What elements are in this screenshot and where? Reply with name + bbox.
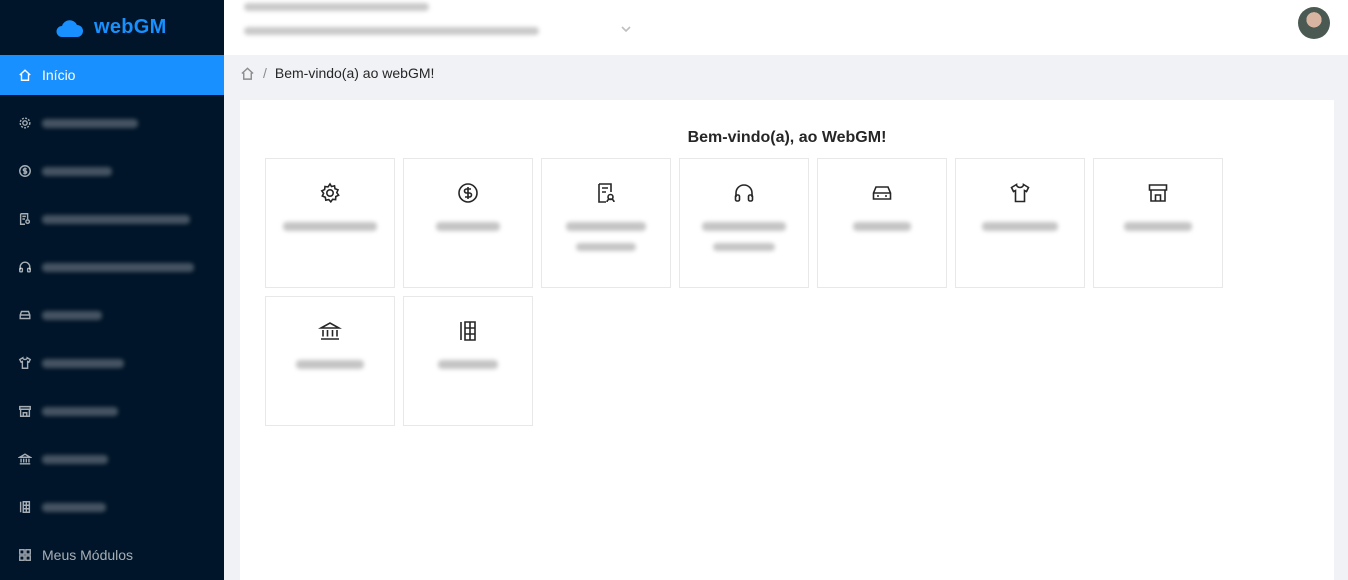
sidebar-item-inicio[interactable]: Início [0,55,224,95]
module-label [436,222,500,231]
sidebar-item-label [42,406,118,416]
page-title: Bem-vindo(a), ao WebGM! [687,129,887,146]
cloud-icon [56,19,83,37]
sidebar-item-settings[interactable] [0,103,224,143]
gear-icon [18,116,32,130]
shirt-icon [18,356,32,370]
sidebar-item-label [42,310,102,320]
grid-icon [18,548,32,562]
module-card-settings[interactable] [265,158,395,288]
dollar-icon [456,181,480,210]
module-card-finance[interactable] [403,158,533,288]
sidebar-item-my-modules[interactable]: Meus Módulos [0,535,224,575]
sidebar-menu: Início Meus Módulos [0,55,224,575]
gear-icon [318,181,342,210]
module-label-line2 [576,243,636,251]
sidebar-item-clothing[interactable] [0,343,224,383]
module-label [1124,222,1192,231]
module-label [982,222,1058,231]
module-card-clothing[interactable] [955,158,1085,288]
sidebar-item-support[interactable] [0,247,224,287]
car-icon [870,181,894,210]
car-icon [18,308,32,322]
home-icon [18,68,32,82]
sidebar-item-finance[interactable] [0,151,224,191]
sidebar-item-vehicles[interactable] [0,295,224,335]
certificate-icon [594,181,618,210]
sidebar-item-label: Meus Módulos [42,547,134,563]
top-header [224,0,1348,55]
module-label [296,360,364,369]
sidebar-item-label [42,214,190,224]
breadcrumb-separator: / [263,65,267,81]
app-name: webGM [94,16,167,38]
company-select[interactable] [244,27,539,35]
module-card-store[interactable] [1093,158,1223,288]
sidebar-item-label [42,358,124,368]
sidebar-item-building[interactable] [0,487,224,527]
building-icon [18,500,32,514]
shirt-icon [1008,181,1032,210]
chevron-down-icon[interactable] [620,22,634,36]
module-label-line2 [713,243,775,251]
module-card-certificates[interactable] [541,158,671,288]
module-label [853,222,911,231]
module-card-vehicles[interactable] [817,158,947,288]
sidebar-item-label [42,118,138,128]
module-card-building[interactable] [403,296,533,426]
module-label [702,222,786,231]
headphones-icon [732,181,756,210]
module-label [438,360,498,369]
bank-icon [18,452,32,466]
sidebar-item-label: Início [42,67,76,83]
home-icon[interactable] [240,66,255,81]
store-icon [18,404,32,418]
bank-icon [317,319,343,348]
module-label [566,222,646,231]
sidebar-item-label [42,166,112,176]
breadcrumb: / Bem-vindo(a) ao webGM! [240,63,434,83]
avatar[interactable] [1298,7,1330,39]
main-content: Bem-vindo(a), ao WebGM! [240,100,1334,580]
module-label [283,222,377,231]
sidebar: webGM Início Meus Módulos [0,0,224,580]
logo[interactable]: webGM [0,0,224,55]
module-grid [265,158,1231,426]
sidebar-item-store[interactable] [0,391,224,431]
building-icon [456,319,480,348]
sidebar-item-certificates[interactable] [0,199,224,239]
certificate-icon [18,212,32,226]
headphones-icon [18,260,32,274]
header-company-name [244,3,429,11]
breadcrumb-current: Bem-vindo(a) ao webGM! [274,65,435,81]
module-card-support[interactable] [679,158,809,288]
sidebar-item-bank[interactable] [0,439,224,479]
dollar-icon [18,164,32,178]
store-icon [1146,181,1170,210]
module-card-bank[interactable] [265,296,395,426]
sidebar-item-label [42,262,194,272]
sidebar-item-label [42,454,108,464]
sidebar-item-label [42,502,106,512]
